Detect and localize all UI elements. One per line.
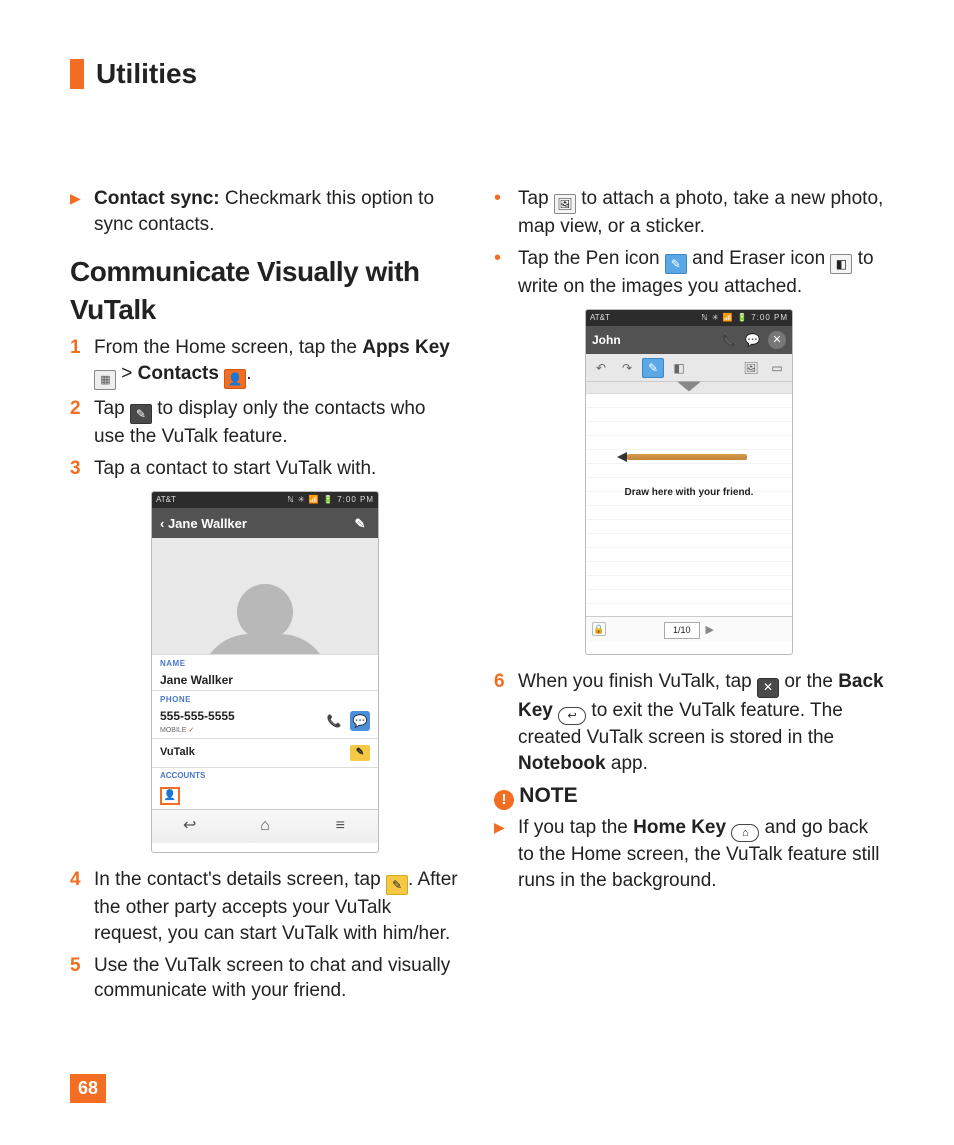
next-page-icon[interactable]: ▶ <box>706 623 714 638</box>
step-number: 6 <box>494 669 510 695</box>
name-value: Jane Wallker <box>160 672 370 688</box>
section-heading: Communicate Visually with VuTalk <box>70 253 460 329</box>
call-icon[interactable]: 📞 <box>722 332 737 348</box>
vutalk-filter-icon: ✎ <box>130 404 152 424</box>
back-key-icon: ↩ <box>558 707 586 725</box>
status-bar: AT&T ℕ ✳ 📶 🔋 7:00 PM <box>586 310 792 326</box>
bullet-attach: • Tap 🖼 to attach a photo, take a new ph… <box>494 186 884 240</box>
screenshot-contact-detail: AT&T ℕ ✳ 📶 🔋 7:00 PM ‹ Jane Wallker ✎ NA… <box>151 491 379 853</box>
more-tool-icon[interactable]: ▭ <box>766 358 788 378</box>
left-column: ▶ Contact sync: Checkmark this option to… <box>70 186 460 1010</box>
step-number: 5 <box>70 953 86 979</box>
eraser-tool-icon[interactable]: ◧ <box>668 358 690 378</box>
vutalk-title-bar: John 📞 💬 ✕ <box>586 326 792 354</box>
pencil-graphic <box>627 454 747 460</box>
title-bar: ‹ Jane Wallker ✎ <box>152 508 378 538</box>
bullet-contact-sync: ▶ Contact sync: Checkmark this option to… <box>70 186 460 237</box>
phone-call-icon[interactable]: 📞 <box>324 711 344 731</box>
bullet-pen-eraser: • Tap the Pen icon ✎ and Eraser icon ◧ t… <box>494 246 884 300</box>
toolbar-expand-icon[interactable] <box>586 382 792 394</box>
home-nav-icon[interactable]: ⌂ <box>227 810 302 843</box>
page-header: Utilities <box>70 58 884 90</box>
toolbar: ↶ ↷ ✎ ◧ 🖼 ▭ <box>586 354 792 382</box>
undo-icon[interactable]: ↶ <box>590 358 612 378</box>
vutalk-start-icon: ✎ <box>386 875 408 895</box>
right-column: • Tap 🖼 to attach a photo, take a new ph… <box>494 186 884 1010</box>
contact-title: Jane Wallker <box>168 516 247 531</box>
apps-grid-icon: ▦ <box>94 370 116 390</box>
note-exclamation-icon: ! <box>494 790 514 810</box>
note-heading: ! NOTE <box>494 782 884 810</box>
header-accent-bar <box>70 59 84 89</box>
step-number: 4 <box>70 867 86 893</box>
screenshot-vutalk-canvas: AT&T ℕ ✳ 📶 🔋 7:00 PM John 📞 💬 ✕ ↶ ↷ ✎ ◧ … <box>585 309 793 655</box>
page-number: 68 <box>70 1074 106 1103</box>
image-tool-icon[interactable]: 🖼 <box>740 358 762 378</box>
header-title: Utilities <box>96 58 197 90</box>
vutalk-row[interactable]: VuTalk ✎ <box>152 738 378 767</box>
step-number: 3 <box>70 456 86 482</box>
triangle-bullet-icon: ▶ <box>494 819 505 835</box>
redo-icon[interactable]: ↷ <box>616 358 638 378</box>
step-6: 6 When you finish VuTalk, tap ✕ or the B… <box>494 669 884 776</box>
check-icon: ✓ <box>188 727 194 734</box>
page-indicator: 1/10 <box>664 622 700 638</box>
phone-label: PHONE <box>160 695 370 706</box>
dot-bullet-icon: • <box>494 187 501 209</box>
pen-icon: ✎ <box>665 254 687 274</box>
attach-icon: 🖼 <box>554 194 576 214</box>
contacts-icon: 👤 <box>224 369 246 389</box>
pager-bar: 🔒 1/10 ▶ <box>586 616 792 642</box>
step-number: 1 <box>70 335 86 361</box>
lock-icon[interactable]: 🔒 <box>592 622 606 636</box>
edit-icon[interactable]: ✎ <box>350 513 370 533</box>
drawing-canvas[interactable]: Draw here with your friend. <box>586 394 792 616</box>
chat-icon[interactable]: 💬 <box>745 332 760 348</box>
eraser-icon: ◧ <box>830 254 852 274</box>
name-label: NAME <box>160 659 370 670</box>
pen-tool-icon[interactable]: ✎ <box>642 358 664 378</box>
contact-avatar <box>152 538 378 654</box>
step-4: 4 In the contact's details screen, tap ✎… <box>70 867 460 946</box>
contact-sync-lead: Contact sync: <box>94 188 220 209</box>
back-nav-icon[interactable]: ↩ <box>152 810 227 843</box>
message-icon[interactable]: 💬 <box>350 711 370 731</box>
close-icon[interactable]: ✕ <box>768 331 786 349</box>
step-1: 1 From the Home screen, tap the Apps Key… <box>70 335 460 390</box>
status-bar: AT&T ℕ ✳ 📶 🔋 7:00 PM <box>152 492 378 508</box>
peer-name: John <box>592 332 714 348</box>
step-2: 2 Tap ✎ to display only the contacts who… <box>70 396 460 450</box>
android-nav-bar: ↩ ⌂ ≡ <box>152 809 378 843</box>
menu-nav-icon[interactable]: ≡ <box>303 810 378 843</box>
step-5: 5 Use the VuTalk screen to chat and visu… <box>70 953 460 1004</box>
dot-bullet-icon: • <box>494 247 501 269</box>
accounts-label: ACCOUNTS <box>152 767 378 785</box>
home-key-icon: ⌂ <box>731 824 759 842</box>
carrier-label: AT&T <box>156 495 176 506</box>
phone-value: 555-555-5555 <box>160 708 235 724</box>
carrier-label: AT&T <box>590 313 610 324</box>
account-profile-icon[interactable]: 👤 <box>160 787 180 805</box>
vutalk-note-icon: ✎ <box>350 745 370 761</box>
step-number: 2 <box>70 396 86 422</box>
canvas-hint: Draw here with your friend. <box>586 486 792 500</box>
close-x-icon: ✕ <box>757 678 779 698</box>
step-3: 3 Tap a contact to start VuTalk with. <box>70 456 460 482</box>
note-body: ▶ If you tap the Home Key ⌂ and go back … <box>494 815 884 894</box>
triangle-bullet-icon: ▶ <box>70 190 81 206</box>
